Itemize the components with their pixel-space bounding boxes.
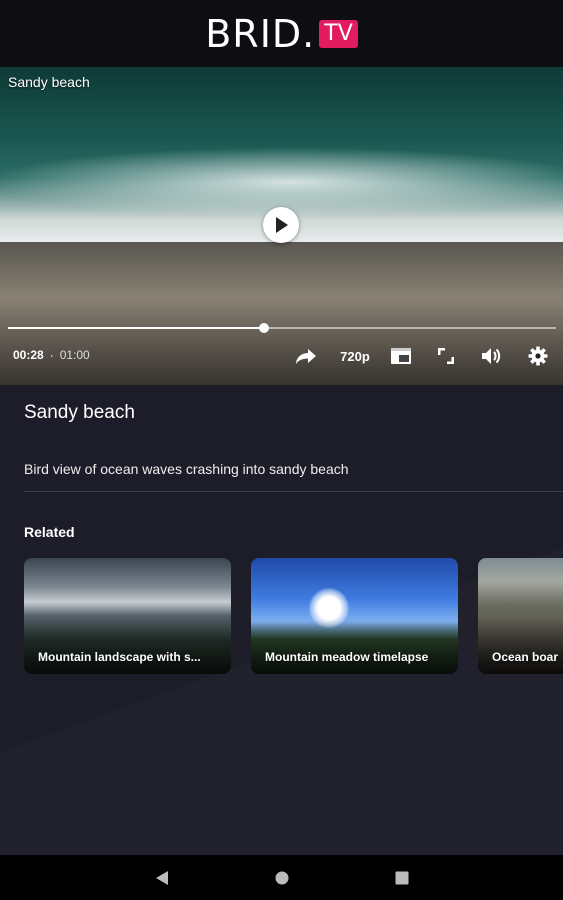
picture-in-picture-button[interactable] xyxy=(390,345,412,367)
back-button[interactable] xyxy=(153,869,171,887)
system-navigation-bar xyxy=(0,855,563,900)
back-icon xyxy=(156,871,168,885)
share-button[interactable] xyxy=(294,345,318,367)
related-card-title: Mountain landscape with s... xyxy=(38,650,201,664)
progress-bar[interactable] xyxy=(8,323,556,333)
play-button[interactable] xyxy=(263,207,299,243)
home-icon xyxy=(275,871,289,885)
progress-fill xyxy=(8,327,264,329)
video-title: Sandy beach xyxy=(24,402,135,423)
related-card[interactable]: Mountain landscape with s... xyxy=(24,558,231,674)
settings-icon xyxy=(528,346,548,366)
fullscreen-button[interactable] xyxy=(435,345,457,367)
related-card-title: Ocean boar xyxy=(492,650,559,664)
volume-button[interactable] xyxy=(480,345,502,367)
quality-button[interactable]: 720p xyxy=(337,345,373,367)
current-time: 00:28 xyxy=(13,348,44,362)
volume-icon xyxy=(482,348,501,364)
fullscreen-icon xyxy=(438,348,454,364)
duration: 01:00 xyxy=(59,348,90,362)
video-player[interactable]: Sandy beach 00:28 · 01:00 720p xyxy=(0,67,563,385)
video-overlay-title: Sandy beach xyxy=(8,74,90,90)
play-icon xyxy=(276,217,288,233)
brid-tv-logo: BRID. TV xyxy=(205,15,358,53)
logo-text: BRID. xyxy=(205,11,316,56)
time-separator: · xyxy=(49,348,54,362)
time-display: 00:28 · 01:00 xyxy=(13,348,90,362)
divider xyxy=(24,491,563,492)
logo-badge: TV xyxy=(319,19,358,48)
recents-icon xyxy=(395,871,409,885)
home-button[interactable] xyxy=(273,869,291,887)
related-card-title: Mountain meadow timelapse xyxy=(265,650,429,664)
related-card[interactable]: Ocean boar xyxy=(478,558,563,674)
video-description: Bird view of ocean waves crashing into s… xyxy=(24,461,349,477)
settings-button[interactable] xyxy=(527,345,549,367)
related-carousel[interactable]: Mountain landscape with s... Mountain me… xyxy=(24,558,563,674)
related-card[interactable]: Mountain meadow timelapse xyxy=(251,558,458,674)
app-header: BRID. TV xyxy=(0,0,563,67)
recents-button[interactable] xyxy=(393,869,411,887)
related-heading: Related xyxy=(24,524,75,540)
share-icon xyxy=(296,349,316,364)
progress-scrubber[interactable] xyxy=(258,323,269,333)
picture-in-picture-icon xyxy=(391,348,411,364)
